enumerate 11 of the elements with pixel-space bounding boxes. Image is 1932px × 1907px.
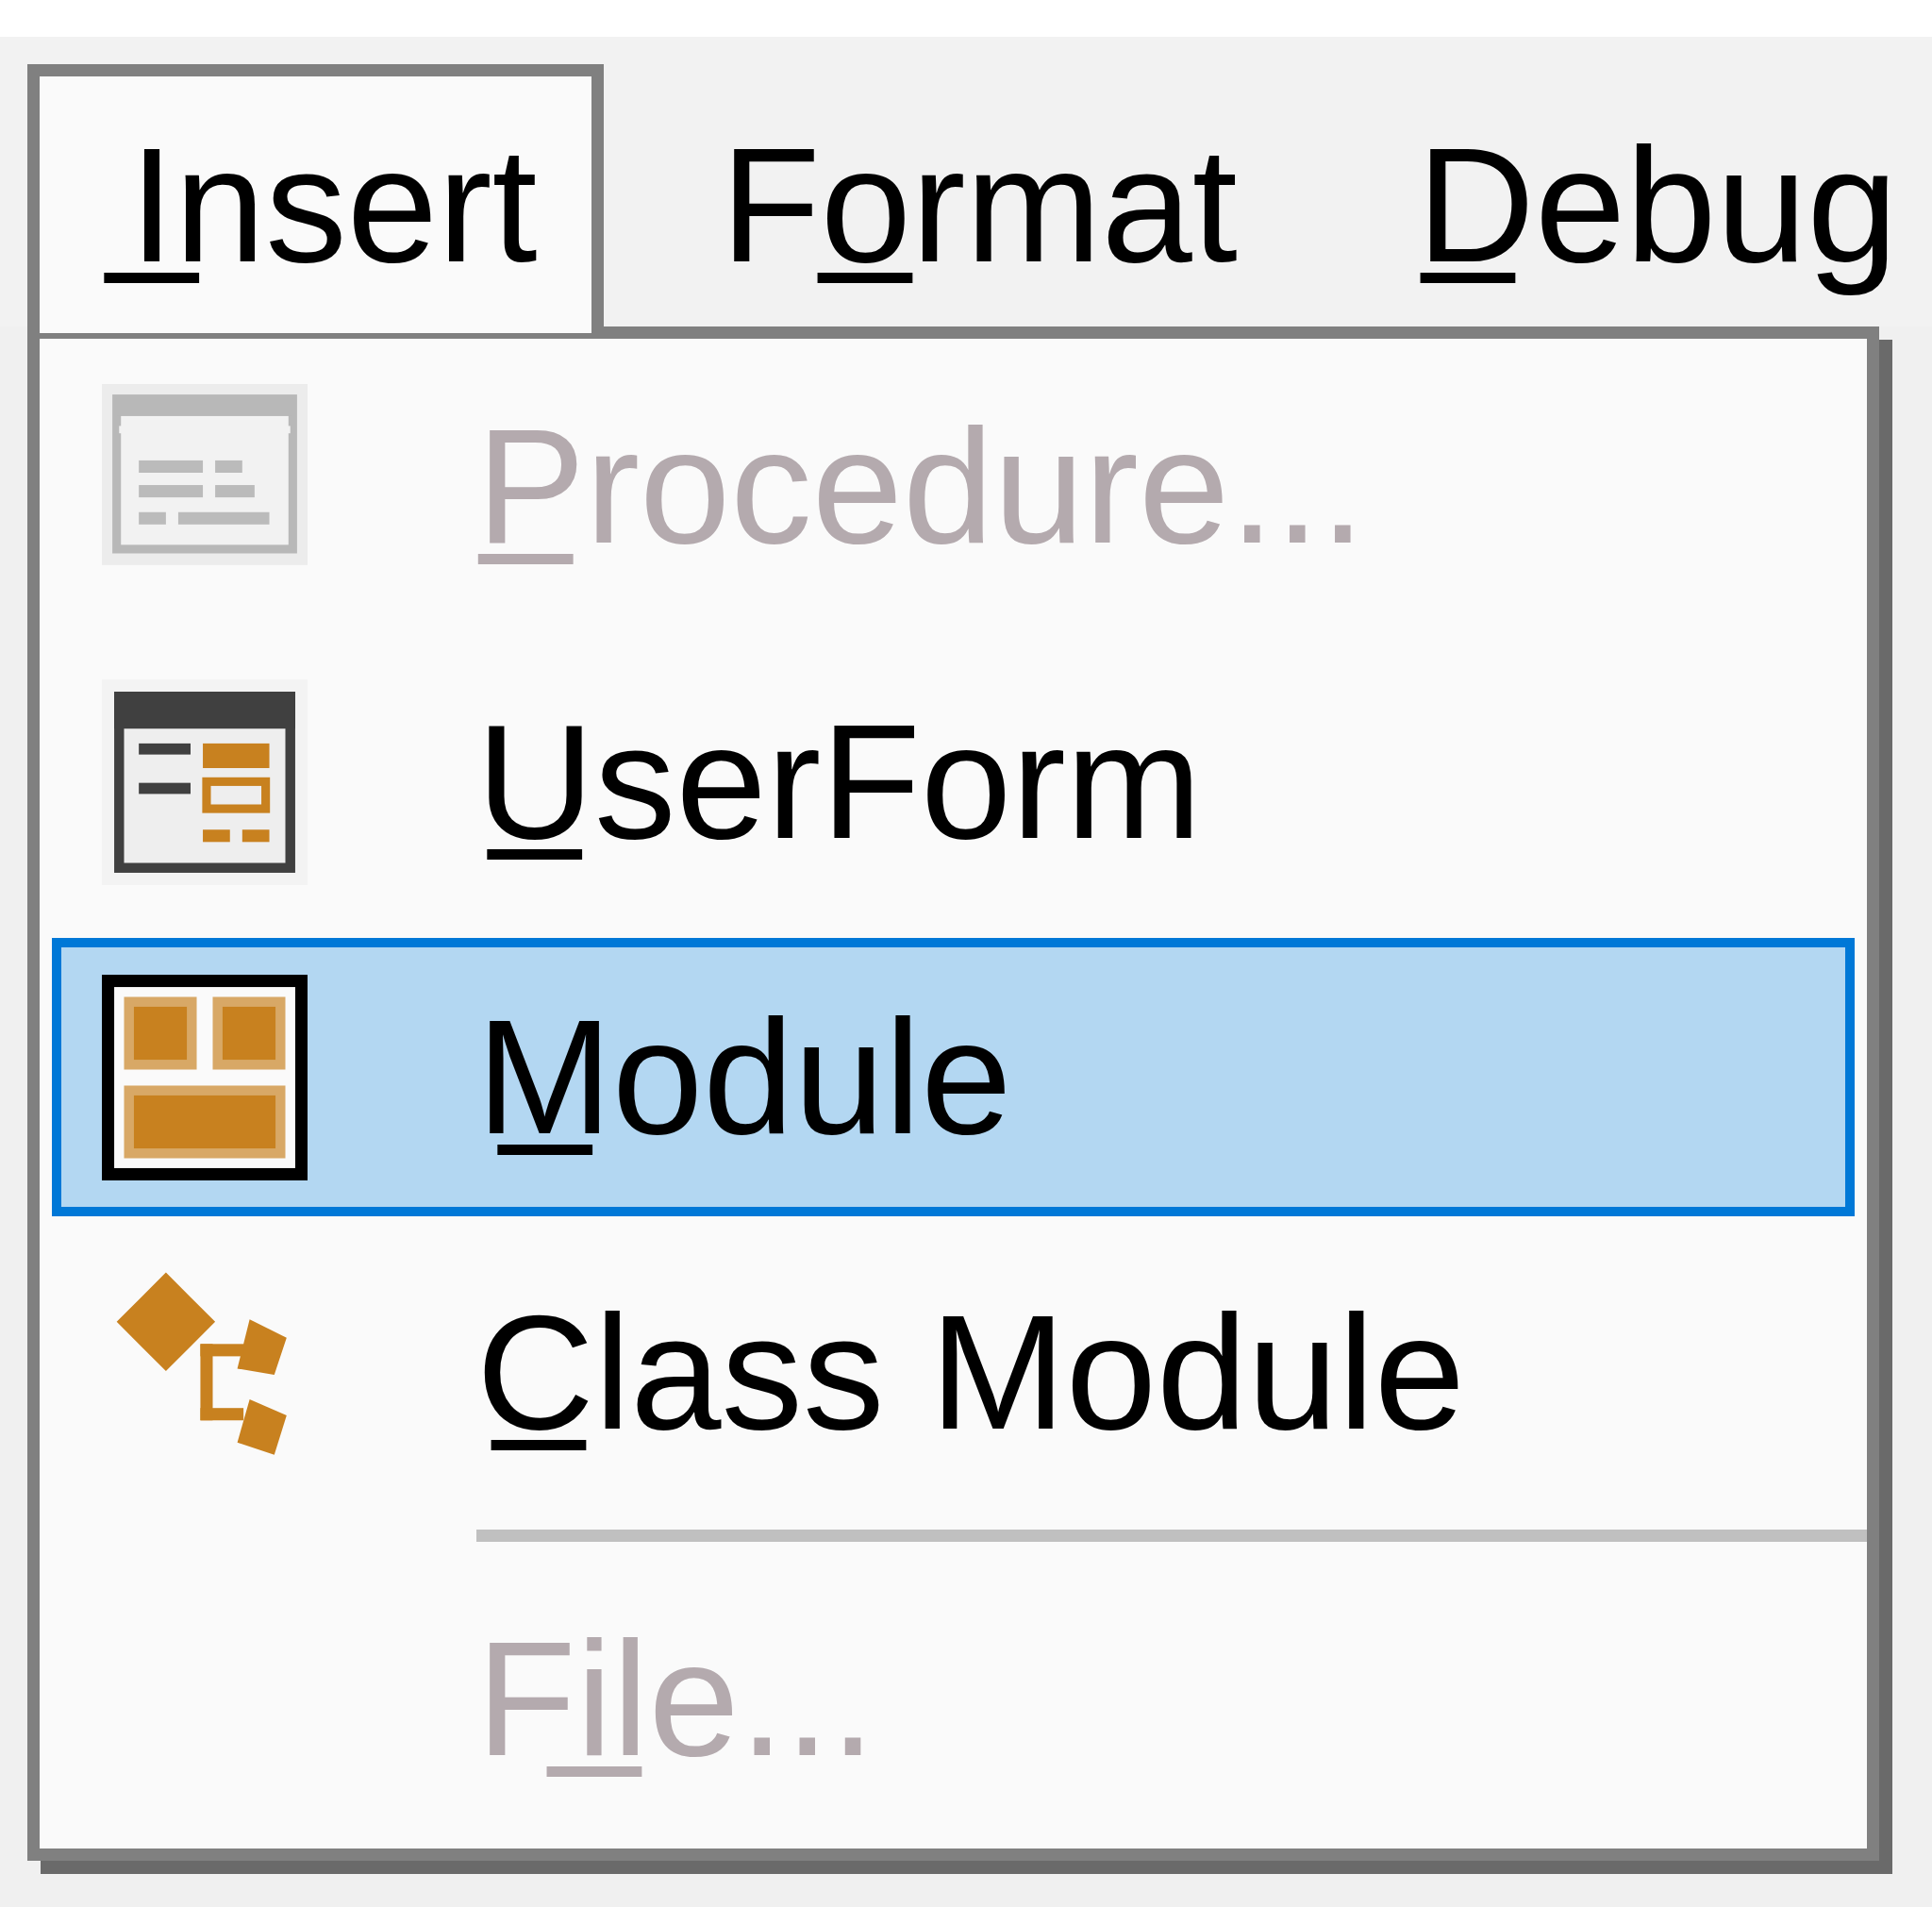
- menu-item-label: P̲rocedure...: [476, 405, 1366, 568]
- menu-item-label: U̲serForm: [476, 700, 1202, 863]
- menu-item[interactable]: M̲odule: [52, 938, 1855, 1216]
- menu-item-label: C̲lass Module: [476, 1291, 1466, 1454]
- menu-title[interactable]: I̲nsert: [27, 64, 604, 333]
- menu-item[interactable]: C̲lass Module: [52, 1233, 1855, 1512]
- menu-item-label: Fi̲le...: [476, 1617, 875, 1781]
- form-icon: [102, 678, 308, 885]
- menu-item[interactable]: U̲serForm: [52, 643, 1855, 921]
- menu-item-label: M̲odule: [476, 995, 1012, 1159]
- grid-icon: [102, 974, 308, 1180]
